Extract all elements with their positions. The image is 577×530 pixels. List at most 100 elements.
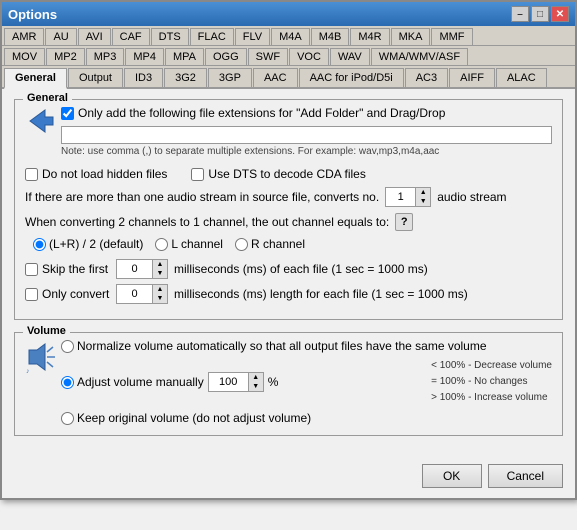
tab-mp3[interactable]: MP3	[86, 48, 125, 65]
keep-radio[interactable]	[61, 412, 74, 425]
skip-first-label: Skip the first	[42, 262, 108, 276]
tab-aac-ipod[interactable]: AAC for iPod/D5i	[299, 68, 404, 87]
volume-options: Normalize volume automatically so that a…	[61, 339, 552, 425]
tab-voc[interactable]: VOC	[289, 48, 329, 65]
extensions-checkbox[interactable]	[61, 107, 74, 120]
audio-stream-spin-down[interactable]: ▼	[416, 197, 430, 206]
skip-first-spin-down[interactable]: ▼	[153, 269, 167, 278]
tab-caf[interactable]: CAF	[112, 28, 150, 45]
dts-decode-row: Use DTS to decode CDA files	[191, 167, 365, 181]
skip-first-spin-up[interactable]: ▲	[153, 260, 167, 269]
footer: OK Cancel	[2, 458, 575, 498]
close-button[interactable]: ✕	[551, 6, 569, 22]
cancel-button[interactable]: Cancel	[488, 464, 563, 488]
tab-au[interactable]: AU	[45, 28, 76, 45]
adjust-spin-down[interactable]: ▼	[249, 382, 263, 391]
extensions-input[interactable]: amr,wav	[61, 126, 552, 144]
skip-first-checkbox[interactable]	[25, 263, 38, 276]
hidden-files-checkbox[interactable]	[25, 168, 38, 181]
only-convert-checkbox[interactable]	[25, 288, 38, 301]
only-convert-spin-up[interactable]: ▲	[153, 285, 167, 294]
only-convert-checkbox-row: Only convert	[25, 287, 110, 301]
tab-mmf[interactable]: MMF	[431, 28, 472, 45]
tab-3g2[interactable]: 3G2	[164, 68, 207, 87]
adjust-spin-buttons: ▲ ▼	[248, 372, 264, 392]
tab-m4b[interactable]: M4B	[311, 28, 350, 45]
adjust-suffix: %	[268, 375, 279, 389]
tab-mp4[interactable]: MP4	[125, 48, 164, 65]
content-area: General Only add the following file exte…	[2, 89, 575, 458]
channel-default-input[interactable]	[33, 238, 46, 251]
only-convert-spin-buttons: ▲ ▼	[152, 284, 168, 304]
tab-dts[interactable]: DTS	[151, 28, 189, 45]
channel-default-radio[interactable]: (L+R) / 2 (default)	[33, 237, 143, 251]
ok-button[interactable]: OK	[422, 464, 482, 488]
title-bar-buttons: – □ ✕	[511, 6, 569, 22]
adjust-spin-up[interactable]: ▲	[249, 373, 263, 382]
format-tabs-row1: AMR AU AVI CAF DTS FLAC FLV M4A M4B M4R …	[2, 26, 575, 46]
volume-info: < 100% - Decrease volume = 100% - No cha…	[431, 358, 552, 406]
tab-id3[interactable]: ID3	[124, 68, 163, 87]
tab-flv[interactable]: FLV	[235, 28, 270, 45]
channel-left-input[interactable]	[155, 238, 168, 251]
only-convert-spin-down[interactable]: ▼	[153, 294, 167, 303]
tab-wav[interactable]: WAV	[330, 48, 370, 65]
audio-stream-row: If there are more than one audio stream …	[25, 187, 552, 207]
tab-3gp[interactable]: 3GP	[208, 68, 252, 87]
tab-ogg[interactable]: OGG	[205, 48, 247, 65]
hidden-files-label: Do not load hidden files	[42, 167, 167, 181]
tab-swf[interactable]: SWF	[248, 48, 288, 65]
adjust-input[interactable]	[208, 372, 248, 392]
tab-amr[interactable]: AMR	[4, 28, 44, 45]
extensions-note: Note: use comma (,) to separate multiple…	[61, 146, 552, 157]
skip-first-checkbox-row: Skip the first	[25, 262, 110, 276]
adjust-label: Adjust volume manually	[77, 375, 204, 389]
title-bar: Options – □ ✕	[2, 2, 575, 26]
skip-first-suffix: milliseconds (ms) of each file (1 sec = …	[174, 262, 428, 276]
audio-stream-spin-up[interactable]: ▲	[416, 188, 430, 197]
tab-m4a[interactable]: M4A	[271, 28, 310, 45]
channel-left-radio[interactable]: L channel	[155, 237, 223, 251]
format-tabs-row2: MOV MP2 MP3 MP4 MPA OGG SWF VOC WAV WMA/…	[2, 46, 575, 66]
tab-avi[interactable]: AVI	[78, 28, 111, 45]
help-button[interactable]: ?	[395, 213, 413, 231]
tab-alac[interactable]: ALAC	[496, 68, 547, 87]
channel-right-radio[interactable]: R channel	[235, 237, 305, 251]
keep-radio-row[interactable]: Keep original volume (do not adjust volu…	[61, 411, 552, 425]
adjust-radio[interactable]	[61, 376, 74, 389]
tab-aac[interactable]: AAC	[253, 68, 298, 87]
tab-mka[interactable]: MKA	[391, 28, 431, 45]
extensions-label: Only add the following file extensions f…	[78, 106, 445, 120]
only-convert-input[interactable]	[116, 284, 152, 304]
minimize-button[interactable]: –	[511, 6, 529, 22]
tab-aiff[interactable]: AIFF	[449, 68, 495, 87]
vol-info-line1: < 100% - Decrease volume	[431, 358, 552, 374]
adjust-radio-row[interactable]: Adjust volume manually	[61, 375, 204, 389]
tab-m4r[interactable]: M4R	[350, 28, 389, 45]
only-convert-spinbox: ▲ ▼	[116, 284, 168, 304]
tab-output[interactable]: Output	[68, 68, 123, 87]
maximize-button[interactable]: □	[531, 6, 549, 22]
audio-stream-spin-buttons: ▲ ▼	[415, 187, 431, 207]
only-convert-suffix: milliseconds (ms) length for each file (…	[174, 287, 468, 301]
skip-first-spin-buttons: ▲ ▼	[152, 259, 168, 279]
keep-label: Keep original volume (do not adjust volu…	[77, 411, 311, 425]
tab-ac3[interactable]: AC3	[405, 68, 448, 87]
tab-flac[interactable]: FLAC	[190, 28, 234, 45]
folder-icon	[25, 106, 61, 139]
channel-right-input[interactable]	[235, 238, 248, 251]
general-group-label: General	[23, 92, 72, 104]
dts-decode-checkbox[interactable]	[191, 168, 204, 181]
normalize-radio-row[interactable]: Normalize volume automatically so that a…	[61, 339, 552, 353]
tab-wma[interactable]: WMA/WMV/ASF	[371, 48, 468, 65]
audio-stream-input[interactable]	[385, 187, 415, 207]
tab-mp2[interactable]: MP2	[46, 48, 85, 65]
normalize-label: Normalize volume automatically so that a…	[77, 339, 487, 353]
tab-mpa[interactable]: MPA	[165, 48, 204, 65]
normalize-radio[interactable]	[61, 340, 74, 353]
tab-mov[interactable]: MOV	[4, 48, 45, 65]
tab-general[interactable]: General	[4, 68, 67, 89]
volume-group-label: Volume	[23, 325, 70, 337]
skip-first-input[interactable]	[116, 259, 152, 279]
skip-first-row: Skip the first ▲ ▼ milliseconds (ms) of …	[25, 259, 552, 279]
